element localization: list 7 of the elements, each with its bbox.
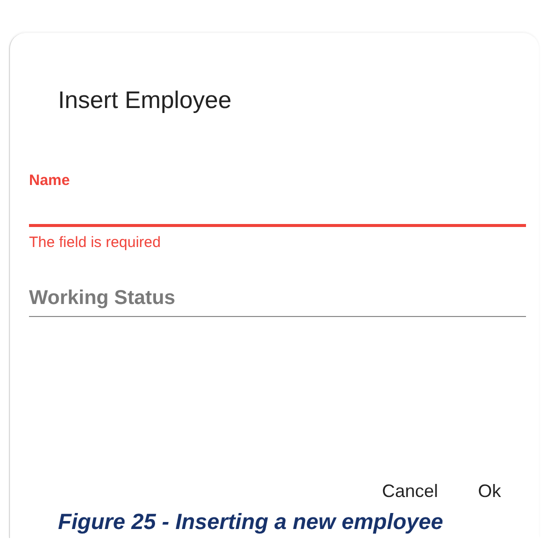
dialog-button[interactable]: Ok: [476, 476, 503, 507]
dialog-button[interactable]: Cancel: [380, 476, 440, 507]
figure-caption: Figure 25 - Inserting a new employee: [58, 509, 444, 535]
dialog-title: Insert Employee: [58, 86, 232, 116]
field-label: Name: [29, 171, 70, 191]
error-message: The field is required: [29, 233, 161, 253]
text-field[interactable]: Working Status: [29, 281, 526, 317]
